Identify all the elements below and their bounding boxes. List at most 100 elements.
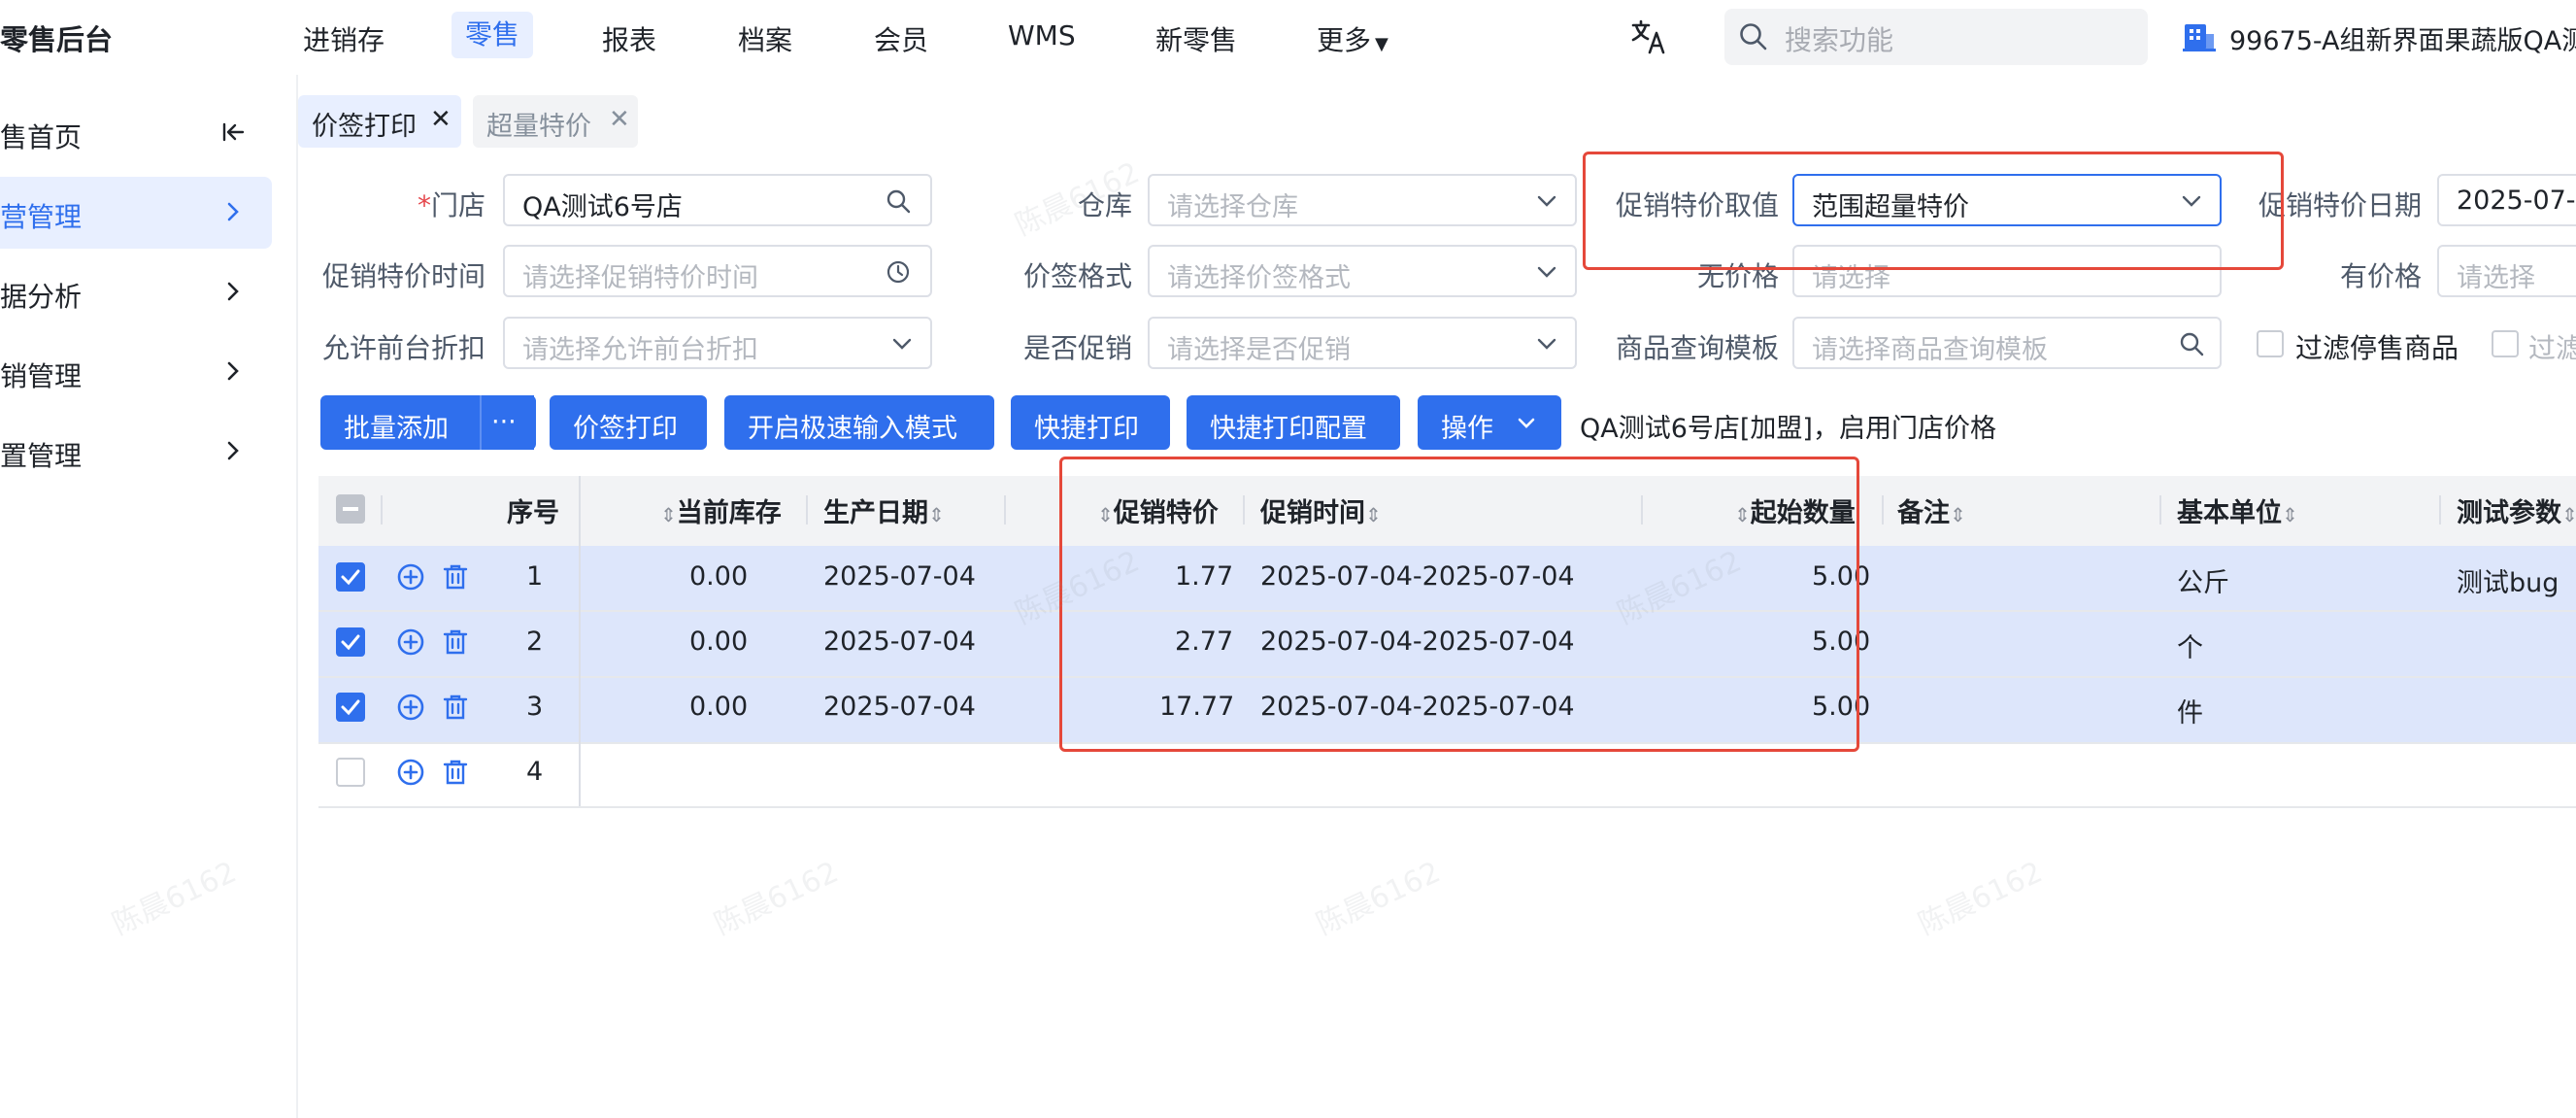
warehouse-placeholder: 请选择仓库 (1167, 192, 1298, 222)
row-checkbox[interactable] (336, 758, 365, 787)
filter-other-label: 过滤 (2528, 332, 2576, 364)
cell-prod-date: 2025-07-04 (823, 561, 976, 592)
add-row-icon[interactable] (396, 627, 425, 657)
column-header-remark[interactable]: 备注⇕ (1897, 491, 1966, 529)
sort-icon: ⇕ (2282, 503, 2298, 526)
caret-down-icon: ▼ (1375, 34, 1388, 54)
sidebar-item-label: 营管理 (0, 201, 83, 233)
has-price-select[interactable]: 请选择 (2437, 245, 2576, 297)
warehouse-select[interactable]: 请选择仓库 (1148, 174, 1577, 226)
sidebar-item-analysis[interactable]: 据分析 (0, 256, 272, 328)
close-icon[interactable]: ✕ (430, 105, 452, 134)
add-row-icon[interactable] (396, 562, 425, 592)
filter-other-checkbox[interactable] (2492, 330, 2519, 357)
tab-excess-special-price[interactable]: 超量特价 ✕ (473, 95, 638, 148)
query-template-placeholder: 请选择商品查询模板 (1812, 335, 2048, 365)
chevron-right-icon (227, 202, 239, 221)
nav-more[interactable]: 更多 ▼ (1317, 19, 1388, 58)
close-icon[interactable]: ✕ (609, 105, 630, 134)
translate-icon[interactable] (1629, 17, 1668, 56)
column-divider (2439, 495, 2441, 525)
tab-label: 超量特价 (486, 112, 591, 142)
price-tag-format-label: 价签格式 (1022, 260, 1132, 292)
sidebar-item-operation[interactable]: 营管理 (0, 177, 272, 249)
operation-dropdown-button[interactable]: 操作 (1418, 395, 1561, 450)
quick-print-config-button[interactable]: 快捷打印配置 (1187, 395, 1400, 450)
chevron-down-icon (892, 338, 912, 350)
allow-discount-select[interactable]: 请选择允许前台折扣 (503, 317, 932, 369)
promo-time-picker[interactable]: 请选择促销特价时间 (503, 245, 932, 297)
highlight-box-promo-columns (1059, 457, 1859, 752)
sidebar-item-label: 销管理 (0, 360, 83, 392)
select-all-checkbox[interactable] (336, 494, 365, 524)
delete-row-icon[interactable] (441, 758, 470, 787)
store-select[interactable]: QA测试6号店 (503, 174, 932, 226)
sidebar-item-label: 置管理 (0, 440, 83, 472)
filter-stopped-checkbox[interactable] (2257, 330, 2284, 357)
nav-retail[interactable]: 零售 (452, 12, 534, 58)
tab-price-tag-print[interactable]: 价签打印 ✕ (298, 95, 461, 148)
delete-row-icon[interactable] (441, 627, 470, 657)
add-row-icon[interactable] (396, 758, 425, 787)
price-tag-format-select[interactable]: 请选择价签格式 (1148, 245, 1577, 297)
search-icon (1740, 23, 1767, 51)
row-checkbox[interactable] (336, 562, 365, 592)
price-tag-format-placeholder: 请选择价签格式 (1167, 263, 1351, 293)
is-promo-select[interactable]: 请选择是否促销 (1148, 317, 1577, 369)
add-row-icon[interactable] (396, 693, 425, 722)
chevron-down-icon (1537, 338, 1556, 350)
sidebar-item-settings[interactable]: 置管理 (0, 416, 272, 488)
table-row[interactable] (318, 742, 2576, 808)
store-icon (2183, 24, 2216, 51)
column-header-prod-date[interactable]: 生产日期⇕ (823, 491, 945, 529)
sidebar-item-home[interactable]: 售首页 (0, 97, 272, 169)
column-header-test-param[interactable]: 测试参数⇕ (2457, 491, 2576, 529)
quick-print-button[interactable]: 快捷打印 (1011, 395, 1170, 450)
nav-inventory[interactable]: 进销存 (303, 19, 385, 58)
promo-time-placeholder: 请选择促销特价时间 (522, 263, 758, 293)
cell-stock: 0.00 (689, 627, 749, 657)
chevron-down-icon (1537, 195, 1556, 207)
is-promo-label: 是否促销 (1022, 332, 1132, 364)
row-checkbox[interactable] (336, 693, 365, 722)
cell-prod-date: 2025-07-04 (823, 692, 976, 722)
sidebar-item-promotion[interactable]: 销管理 (0, 336, 272, 408)
delete-row-icon[interactable] (441, 562, 470, 592)
chevron-down-icon (1537, 266, 1556, 278)
nav-wms[interactable]: WMS (1008, 19, 1076, 51)
promo-date-picker[interactable]: 2025-07-0 (2437, 174, 2576, 226)
row-checkbox[interactable] (336, 627, 365, 657)
sidebar-item-label: 据分析 (0, 281, 83, 313)
column-header-unit[interactable]: 基本单位⇕ (2177, 491, 2298, 529)
collapse-sidebar-icon[interactable] (221, 120, 245, 144)
cell-prod-date: 2025-07-04 (823, 627, 976, 657)
batch-add-more-button[interactable]: ··· (480, 395, 536, 450)
nav-archives[interactable]: 档案 (738, 19, 792, 58)
cell-stock: 0.00 (689, 692, 749, 722)
sidebar-item-label: 售首页 (0, 121, 83, 153)
column-header-stock[interactable]: ⇕当前库存 (660, 491, 782, 529)
clock-icon (887, 260, 910, 284)
is-promo-placeholder: 请选择是否促销 (1167, 335, 1351, 365)
nav-new-retail[interactable]: 新零售 (1155, 19, 1237, 58)
query-template-select[interactable]: 请选择商品查询模板 (1792, 317, 2222, 369)
sort-icon: ⇕ (2561, 503, 2576, 526)
current-store-name[interactable]: 99675-A组新界面果蔬版QA测 (2229, 19, 2576, 57)
cell-seq: 1 (526, 561, 544, 592)
cell-seq: 2 (526, 627, 544, 657)
nav-reports[interactable]: 报表 (602, 19, 656, 58)
highlight-box-promo-value (1583, 152, 2284, 270)
cell-unit: 公斤 (2177, 568, 2229, 598)
print-button[interactable]: 价签打印 (550, 395, 707, 450)
cell-seq: 4 (526, 757, 544, 787)
cell-unit: 个 (2177, 633, 2203, 663)
chevron-right-icon (227, 441, 239, 460)
fast-input-button[interactable]: 开启极速输入模式 (724, 395, 994, 450)
chevron-down-icon (1518, 418, 1535, 428)
column-divider (2159, 495, 2161, 525)
cell-seq: 3 (526, 692, 544, 722)
delete-row-icon[interactable] (441, 693, 470, 722)
column-divider (806, 495, 808, 525)
nav-members[interactable]: 会员 (874, 19, 928, 58)
search-icon (2180, 332, 2204, 356)
